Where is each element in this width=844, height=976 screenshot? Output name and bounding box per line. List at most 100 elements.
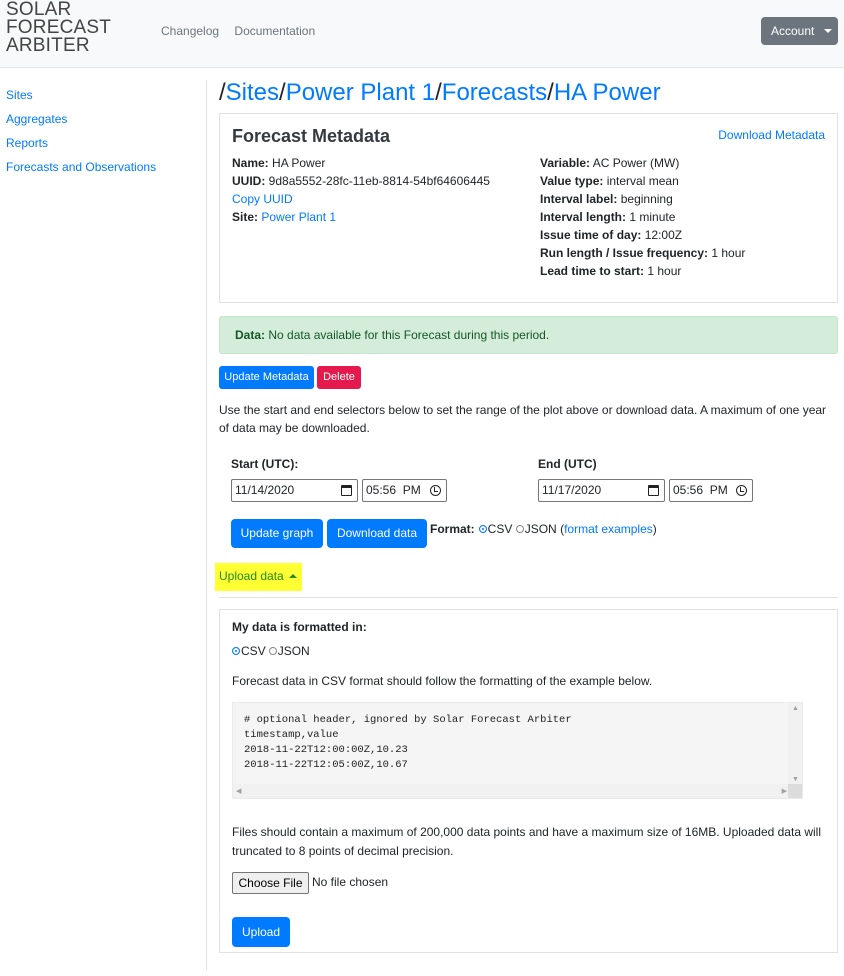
metadata-row: Name: HA Power xyxy=(232,154,490,172)
metadata-value: 9d8a5552-28fc-11eb-8814-54bf64606445 xyxy=(268,174,490,188)
upload-toggle-label: Upload data xyxy=(219,569,284,583)
start-time-input[interactable]: 05:56 PM xyxy=(362,479,447,502)
sidebar: Sites Aggregates Reports Forecasts and O… xyxy=(6,83,196,179)
download-metadata-link[interactable]: Download Metadata xyxy=(718,128,825,142)
metadata-row: Issue time of day: 12:00Z xyxy=(540,226,745,244)
format-examples-link[interactable]: format examples xyxy=(564,522,653,536)
no-data-alert: Data: No data available for this Forecas… xyxy=(219,316,838,354)
metadata-value: 12:00Z xyxy=(644,228,683,242)
metadata-value: 1 minute xyxy=(629,210,676,224)
start-date-input[interactable]: 11/14/2020 xyxy=(231,479,358,502)
site-link[interactable]: Power Plant 1 xyxy=(261,210,336,224)
section-divider xyxy=(219,597,838,598)
metadata-key: Name: xyxy=(232,156,269,170)
metadata-key: Run length / Issue frequency: xyxy=(540,246,709,260)
metadata-value: interval mean xyxy=(606,174,679,188)
clock-icon[interactable] xyxy=(430,485,441,496)
scroll-up-icon[interactable]: ▲ xyxy=(792,705,799,712)
breadcrumb-separator: / xyxy=(219,79,226,106)
metadata-row: Variable: AC Power (MW) xyxy=(540,154,745,172)
end-label: End (UTC) xyxy=(538,457,597,471)
metadata-value: beginning xyxy=(620,192,673,206)
calendar-icon[interactable] xyxy=(648,485,659,496)
breadcrumb-forecasts[interactable]: Forecasts xyxy=(442,79,547,106)
json-radio[interactable] xyxy=(515,525,524,533)
metadata-row: Copy UUID xyxy=(232,190,490,208)
delete-button[interactable]: Delete xyxy=(317,366,361,389)
breadcrumb-separator: / xyxy=(279,79,286,106)
end-time-input[interactable]: 05:56 PM xyxy=(669,479,753,502)
metadata-key: Variable: xyxy=(540,156,591,170)
upload-card: My data is formatted in: CSV JSON Forecas… xyxy=(219,609,838,953)
metadata-key: Site: xyxy=(232,210,259,224)
metadata-row: Site: Power Plant 1 xyxy=(232,208,490,226)
sidebar-item-sites[interactable]: Sites xyxy=(6,83,196,107)
start-date-value: 11/14/2020 xyxy=(235,483,295,497)
end-date-value: 11/17/2020 xyxy=(542,483,602,497)
end-date-input[interactable]: 11/17/2020 xyxy=(538,479,665,502)
breadcrumb-site[interactable]: Power Plant 1 xyxy=(286,79,435,106)
brand-line: ARBITER xyxy=(6,35,90,56)
csv-radio[interactable] xyxy=(478,525,487,533)
upload-json-label[interactable]: JSON xyxy=(278,644,310,658)
csv-help-text: Forecast data in CSV format should follo… xyxy=(232,674,653,688)
csv-example-codeblock[interactable]: # optional header, ignored by Solar Fore… xyxy=(232,702,803,799)
breadcrumb-sites[interactable]: Sites xyxy=(226,79,279,106)
update-graph-button[interactable]: Update graph xyxy=(231,519,323,548)
metadata-value: 1 hour xyxy=(647,264,682,278)
code-line: 2018-11-22T12:05:00Z,10.67 xyxy=(244,759,408,771)
update-metadata-button[interactable]: Update Metadata xyxy=(219,366,314,389)
sidebar-item-forecasts-observations[interactable]: Forecasts and Observations xyxy=(6,155,196,179)
documentation-link[interactable]: Documentation xyxy=(234,24,315,38)
code-line: timestamp,value xyxy=(244,729,339,741)
alert-strong: Data: xyxy=(235,328,266,342)
upload-json-radio[interactable] xyxy=(268,647,277,655)
metadata-key: UUID: xyxy=(232,174,266,188)
download-data-button[interactable]: Download data xyxy=(327,519,427,548)
choose-file-button[interactable]: Choose File xyxy=(232,872,309,894)
calendar-icon[interactable] xyxy=(341,485,352,496)
brand-logo[interactable]: SOLAR FORECAST ARBITER xyxy=(6,0,111,56)
chevron-down-icon xyxy=(823,29,832,33)
metadata-title: Forecast Metadata xyxy=(232,126,391,146)
clock-icon[interactable] xyxy=(736,485,747,496)
scroll-down-icon[interactable]: ▼ xyxy=(792,776,799,783)
scroll-right-icon[interactable]: ▶ xyxy=(782,787,787,795)
chevron-up-icon xyxy=(288,574,297,578)
metadata-key: Value type: xyxy=(540,174,604,188)
sidebar-item-reports[interactable]: Reports xyxy=(6,131,196,155)
metadata-row: Lead time to start: 1 hour xyxy=(540,262,745,280)
upload-csv-radio[interactable] xyxy=(232,647,240,655)
top-nav-links: Changelog Documentation xyxy=(161,24,327,38)
breadcrumb-separator: / xyxy=(547,79,554,106)
top-navbar: SOLAR FORECAST ARBITER Changelog Documen… xyxy=(0,0,844,68)
scroll-left-icon[interactable]: ◀ xyxy=(236,787,241,795)
vertical-scrollbar[interactable]: ▲ ▼ xyxy=(788,703,802,785)
end-time-value: 05:56 PM xyxy=(673,483,728,497)
breadcrumb-separator: / xyxy=(435,79,442,106)
account-label: Account xyxy=(771,24,815,38)
metadata-row: UUID: 9d8a5552-28fc-11eb-8814-54bf646064… xyxy=(232,172,490,190)
scrollbar-corner xyxy=(788,784,802,798)
metadata-row: Value type: interval mean xyxy=(540,172,745,190)
download-format-selector: Format: CSV JSON (format examples) xyxy=(430,522,657,536)
code-line: # optional header, ignored by Solar Fore… xyxy=(244,714,572,726)
formatted-label: My data is formatted in: xyxy=(232,620,367,634)
copy-uuid-link[interactable]: Copy UUID xyxy=(232,192,293,206)
metadata-right-column: Variable: AC Power (MW) Value type: inte… xyxy=(540,154,745,280)
upload-csv-label[interactable]: CSV xyxy=(241,644,266,658)
metadata-value: 1 hour xyxy=(711,246,746,260)
metadata-key: Interval length: xyxy=(540,210,627,224)
upload-button[interactable]: Upload xyxy=(232,917,290,947)
account-dropdown-button[interactable]: Account xyxy=(761,17,838,45)
csv-label[interactable]: CSV xyxy=(488,522,513,536)
json-label[interactable]: JSON xyxy=(525,522,557,536)
sidebar-item-aggregates[interactable]: Aggregates xyxy=(6,107,196,131)
upload-data-toggle[interactable]: Upload data xyxy=(215,563,302,591)
breadcrumb-forecast[interactable]: HA Power xyxy=(554,79,661,106)
horizontal-scrollbar[interactable]: ◀ ▶ xyxy=(233,784,790,798)
changelog-link[interactable]: Changelog xyxy=(161,24,219,38)
metadata-row: Interval length: 1 minute xyxy=(540,208,745,226)
upload-limits-text: Files should contain a maximum of 200,00… xyxy=(232,825,821,858)
paren: ) xyxy=(652,522,657,536)
